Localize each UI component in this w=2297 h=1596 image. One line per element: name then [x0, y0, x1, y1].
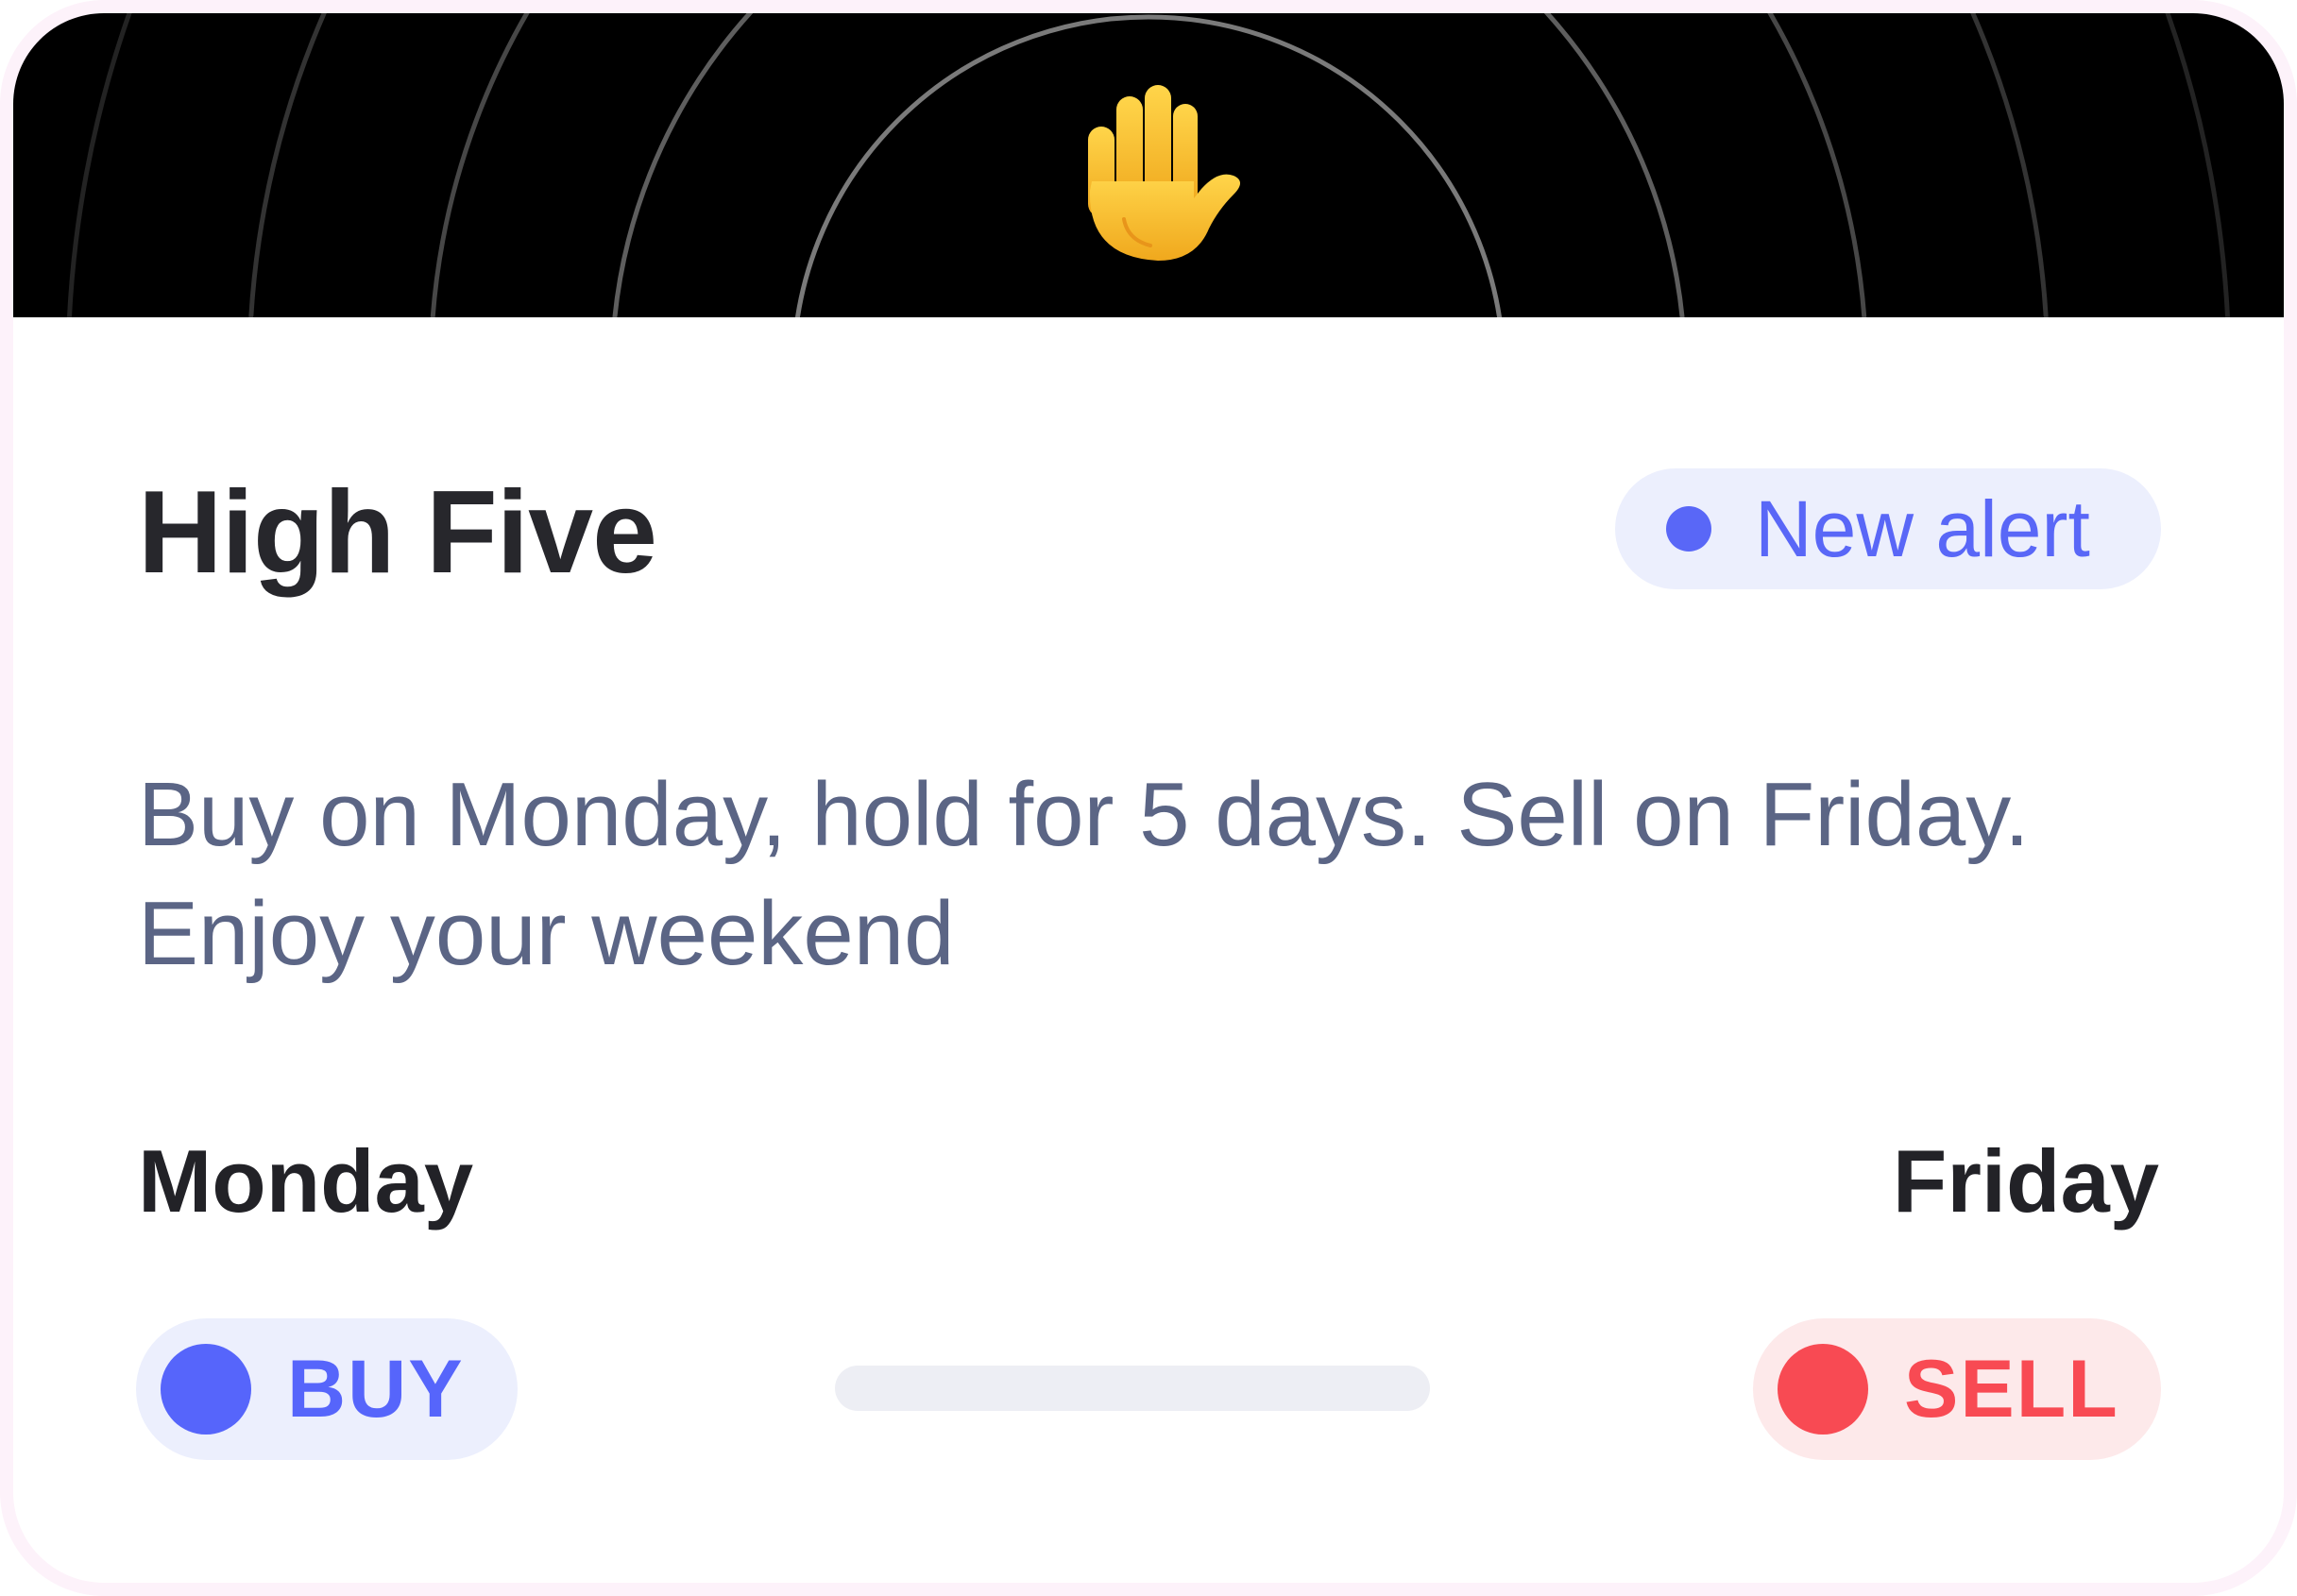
new-alert-label: New alert	[1755, 484, 2090, 573]
buy-button[interactable]: BUY	[136, 1318, 518, 1460]
end-day-label: Friday	[1892, 1131, 2159, 1231]
hero-banner	[13, 13, 2284, 317]
sell-label: SELL	[1904, 1343, 2119, 1435]
card-title: High Five	[138, 467, 657, 598]
new-alert-badge[interactable]: New alert	[1615, 468, 2161, 589]
card-frame: High Five New alert Buy on Monday, hold …	[0, 0, 2297, 1596]
start-day-label: Monday	[138, 1131, 474, 1231]
buy-label: BUY	[287, 1343, 465, 1435]
raised-hand-icon	[1088, 85, 1240, 261]
alert-dot-icon	[1666, 506, 1711, 552]
sell-dot-icon	[1778, 1344, 1868, 1435]
buy-dot-icon	[161, 1344, 251, 1435]
hold-progress-bar	[835, 1366, 1430, 1411]
strategy-description: Buy on Monday, hold for 5 days. Sell on …	[138, 764, 2030, 984]
strategy-card[interactable]: High Five New alert Buy on Monday, hold …	[13, 13, 2284, 1583]
sell-button[interactable]: SELL	[1753, 1318, 2161, 1460]
